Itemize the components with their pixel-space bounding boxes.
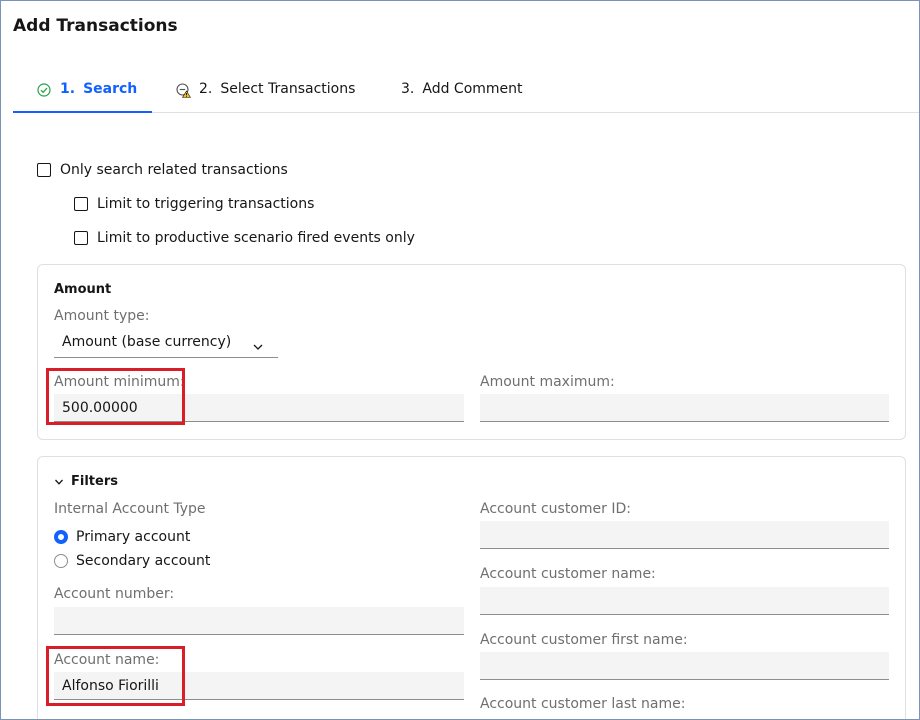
wizard-tabs: 1. Search 2. Select Transactions 3. Add … <box>13 73 919 113</box>
tab-label: Add Comment <box>422 81 523 97</box>
check-circle-icon <box>37 83 51 101</box>
checkbox-related-transactions[interactable]: Only search related transactions <box>37 162 288 178</box>
tab-label: Search <box>83 81 138 97</box>
tab-number: 2. <box>199 81 213 97</box>
tab-number: 1. <box>60 81 76 97</box>
customer-id-input[interactable] <box>480 521 889 549</box>
add-transactions-dialog: Add Transactions 1. Search 2. Select Tra… <box>0 0 920 720</box>
checkbox-label: Only search related transactions <box>60 162 288 178</box>
checkbox-productive-events[interactable]: Limit to productive scenario fired event… <box>74 230 415 246</box>
page-title: Add Transactions <box>13 16 178 36</box>
amount-maximum-input[interactable] <box>480 394 889 422</box>
warning-icon <box>176 83 192 102</box>
customer-name-input[interactable] <box>480 587 889 615</box>
highlight-box-account-name <box>46 646 185 706</box>
chevron-down-icon <box>54 477 64 487</box>
account-number-input[interactable] <box>54 607 464 635</box>
tab-label: Select Transactions <box>220 81 356 97</box>
amount-heading: Amount <box>54 282 112 297</box>
chevron-down-icon <box>252 336 264 363</box>
amount-type-label: Amount type: <box>54 308 150 324</box>
customer-name-label: Account customer name: <box>480 566 656 582</box>
amount-type-select[interactable]: Amount (base currency) <box>54 329 278 358</box>
customer-last-name-label: Account customer last name: <box>480 696 686 712</box>
checkbox-label: Limit to triggering transactions <box>97 196 315 212</box>
tab-number: 3. <box>401 81 415 97</box>
highlight-box-amount-minimum <box>46 368 185 425</box>
amount-maximum-label: Amount maximum: <box>480 374 615 390</box>
account-number-label: Account number: <box>54 586 175 602</box>
radio-primary-account[interactable]: Primary account <box>54 529 190 545</box>
amount-type-value: Amount (base currency) <box>62 334 232 350</box>
checkbox-triggering-transactions[interactable]: Limit to triggering transactions <box>74 196 314 212</box>
customer-id-label: Account customer ID: <box>480 501 631 517</box>
tab-add-comment[interactable]: 3. Add Comment <box>401 73 561 113</box>
tab-search[interactable]: 1. Search <box>13 73 152 113</box>
tab-select-transactions[interactable]: 2. Select Transactions <box>176 73 376 113</box>
filters-heading: Filters <box>71 474 118 489</box>
checkbox-box[interactable] <box>37 163 51 177</box>
radio-button-selected[interactable] <box>54 530 68 544</box>
checkbox-label: Limit to productive scenario fired event… <box>97 230 415 246</box>
checkbox-box[interactable] <box>74 197 88 211</box>
radio-button[interactable] <box>54 554 68 568</box>
checkbox-box[interactable] <box>74 231 88 245</box>
radio-label: Primary account <box>76 529 191 545</box>
radio-label: Secondary account <box>76 553 211 569</box>
radio-secondary-account[interactable]: Secondary account <box>54 553 210 569</box>
internal-account-type-label: Internal Account Type <box>54 501 206 517</box>
filters-toggle[interactable]: Filters <box>54 474 118 489</box>
customer-first-name-label: Account customer first name: <box>480 632 688 648</box>
customer-first-name-input[interactable] <box>480 652 889 680</box>
